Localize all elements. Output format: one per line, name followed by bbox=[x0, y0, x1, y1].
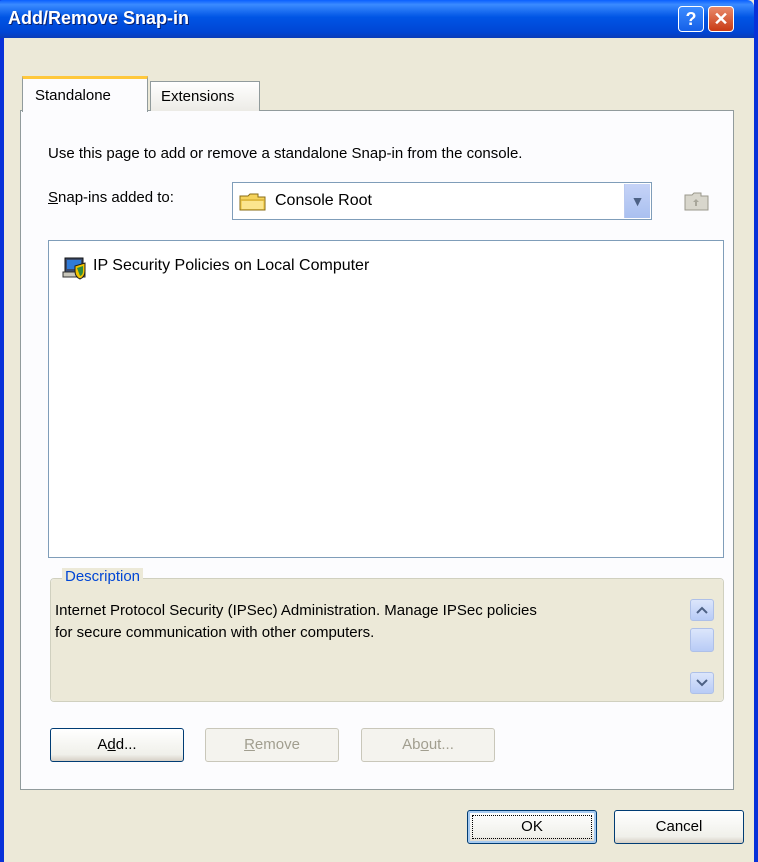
help-icon: ? bbox=[685, 9, 697, 29]
snapins-added-to-label: Snap-ins added to: bbox=[48, 189, 174, 206]
combo-selected-value: Console Root bbox=[275, 192, 372, 209]
remove-button-label: Remove bbox=[244, 736, 300, 753]
description-line-1: Internet Protocol Security (IPSec) Admin… bbox=[55, 602, 537, 619]
snapin-item-label: IP Security Policies on Local Computer bbox=[93, 257, 370, 274]
chevron-down-icon[interactable]: ▼ bbox=[624, 184, 650, 218]
ip-security-policy-icon bbox=[61, 256, 89, 284]
about-button-label: About... bbox=[402, 736, 454, 753]
description-text: Internet Protocol Security (IPSec) Admin… bbox=[55, 600, 675, 644]
snapins-label-mnemonic: S bbox=[48, 189, 59, 206]
close-button[interactable]: ✕ bbox=[708, 6, 734, 32]
scroll-thumb[interactable] bbox=[690, 628, 714, 652]
remove-button[interactable]: Remove bbox=[205, 728, 339, 762]
snapins-added-to-combo[interactable]: Console Root ▼ bbox=[232, 182, 652, 220]
description-legend: Description bbox=[62, 568, 144, 585]
about-button[interactable]: About... bbox=[361, 728, 495, 762]
folder-up-icon bbox=[684, 190, 710, 216]
chevron-up-icon bbox=[696, 606, 708, 614]
tab-extensions[interactable]: Extensions bbox=[150, 81, 260, 111]
ok-button[interactable]: OK bbox=[467, 810, 597, 844]
intro-text: Use this page to add or remove a standal… bbox=[48, 145, 523, 162]
help-button[interactable]: ? bbox=[678, 6, 704, 32]
cancel-button[interactable]: Cancel bbox=[614, 810, 744, 844]
close-icon: ✕ bbox=[713, 9, 729, 29]
add-button-label: Add... bbox=[97, 736, 137, 753]
tab-standalone[interactable]: Standalone bbox=[22, 76, 148, 112]
snapin-list[interactable]: IP Security Policies on Local Computer bbox=[48, 240, 724, 558]
window-title: Add/Remove Snap-in bbox=[8, 8, 190, 28]
add-button[interactable]: Add... bbox=[50, 728, 184, 762]
description-line-2: for secure communication with other comp… bbox=[55, 624, 375, 641]
scroll-down-button[interactable] bbox=[690, 672, 714, 694]
chevron-down-icon bbox=[696, 679, 708, 687]
snapins-label-rest: nap-ins added to: bbox=[58, 189, 174, 206]
tab-extensions-label: Extensions bbox=[161, 88, 235, 105]
title-bar[interactable]: Add/Remove Snap-in ? ✕ bbox=[0, 0, 754, 38]
tab-standalone-label: Standalone bbox=[35, 87, 111, 104]
folder-icon bbox=[239, 192, 267, 216]
scroll-up-button[interactable] bbox=[690, 599, 714, 621]
